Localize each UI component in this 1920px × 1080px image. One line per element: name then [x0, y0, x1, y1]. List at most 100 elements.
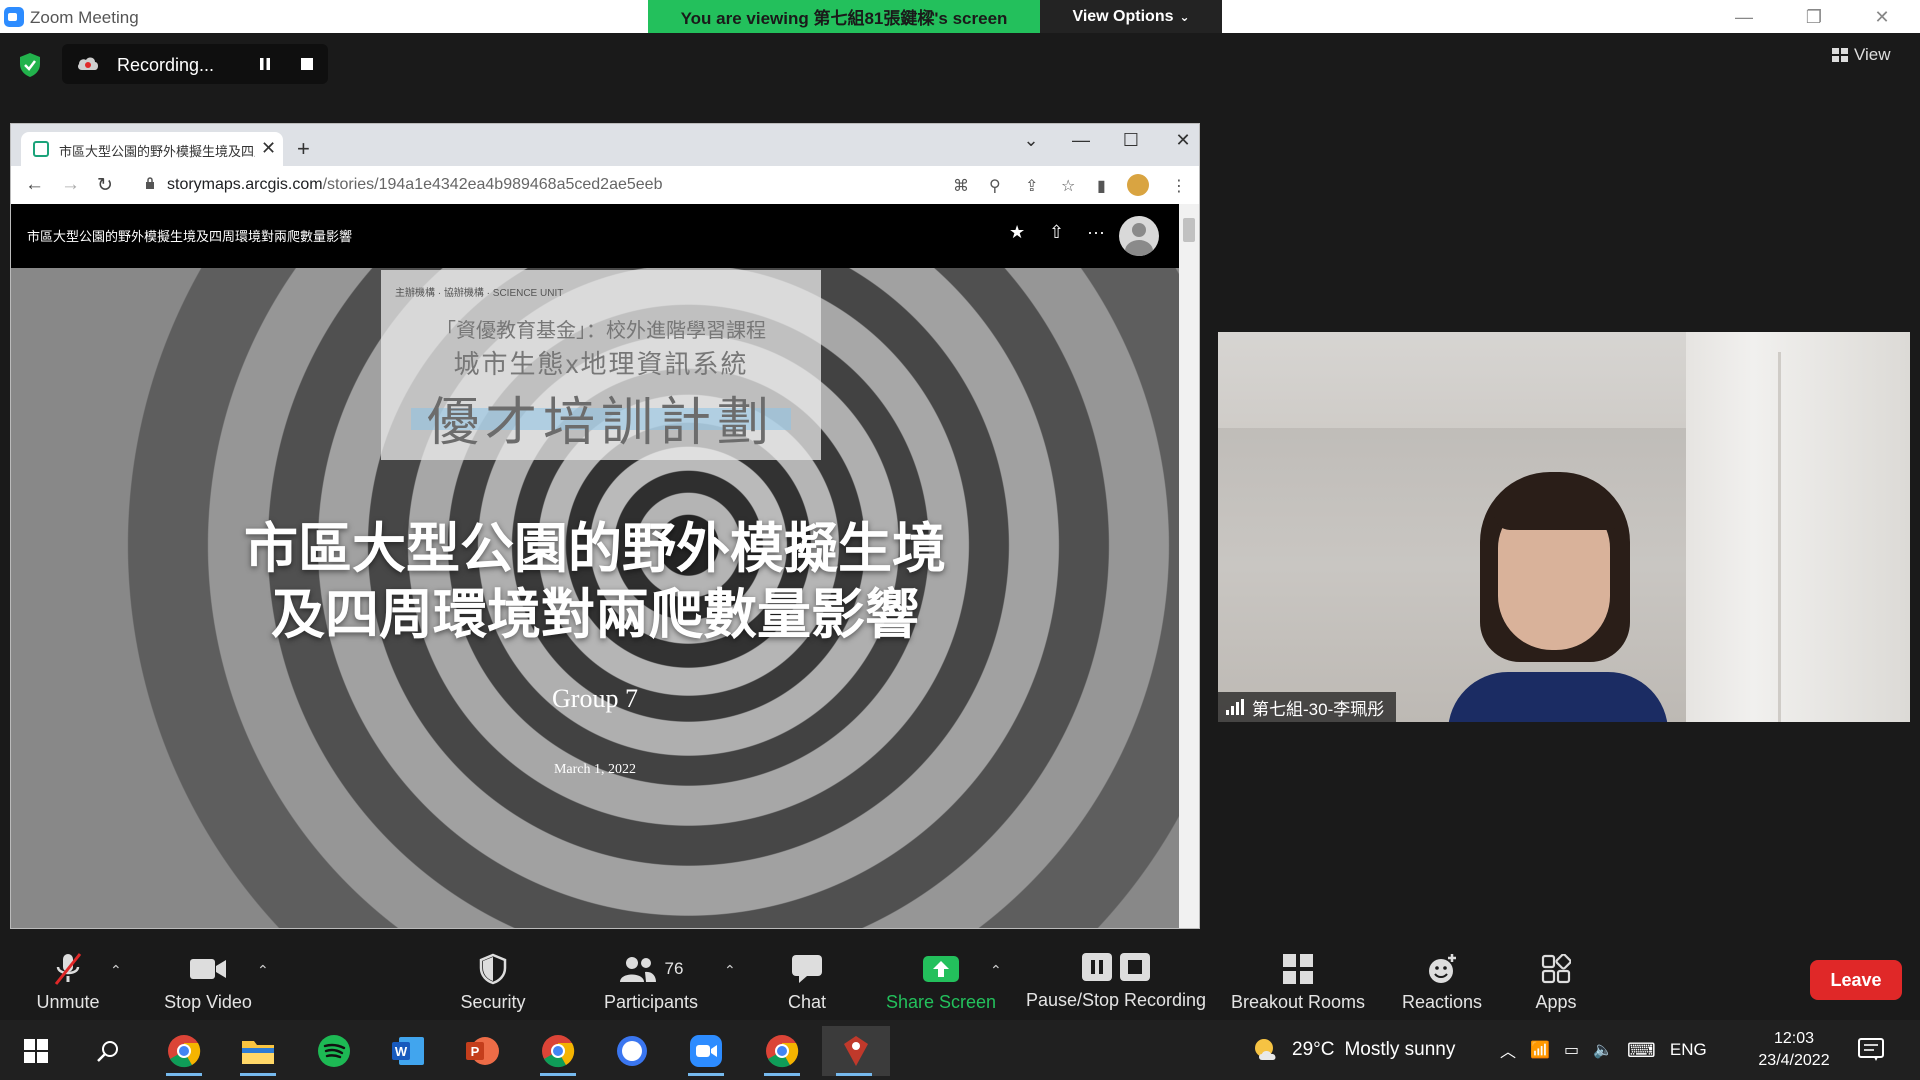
leave-button[interactable]: Leave [1810, 960, 1902, 1000]
powerpoint-icon[interactable]: P [450, 1026, 514, 1076]
bookmark-star-icon[interactable]: ☆ [1061, 176, 1075, 196]
clock[interactable]: 12:03 23/4/2022 [1744, 1020, 1844, 1080]
volume-icon[interactable]: 🔈 [1593, 1040, 1613, 1060]
stop-video-button[interactable]: Stop Video [158, 932, 258, 1020]
windows-start-icon[interactable] [4, 1026, 68, 1076]
security-button[interactable]: Security [448, 932, 538, 1020]
zoom-taskbar-icon[interactable] [674, 1026, 738, 1076]
cover-title-line-1: 市區大型公園的野外模擬生境 [244, 519, 946, 579]
restore-icon[interactable]: ❐ [1794, 4, 1834, 30]
participants-count: 76 [664, 959, 684, 978]
cover-title: 市區大型公園的野外模擬生境 及四周環境對兩爬數量影響 [11, 516, 1179, 648]
zoom-magnifier-icon[interactable]: ⚲ [989, 176, 1001, 196]
weather-temperature: 29°C [1292, 1039, 1335, 1060]
browser-minimize-icon[interactable]: — [1061, 130, 1101, 151]
active-app-icon[interactable] [822, 1026, 890, 1076]
favorite-star-icon[interactable]: ★ [1009, 222, 1025, 243]
chevron-up-icon[interactable]: ︿ [1500, 1038, 1516, 1062]
participant-video-tile[interactable]: 第七組-30-李珮彤 [1218, 332, 1910, 722]
participants-caret-icon[interactable]: ⌃ [724, 962, 736, 979]
shared-browser-window: 市區大型公園的野外模擬生境及四周環境對兩爬數量影響 ✕ + ⌄ — ☐ ✕ ← … [10, 123, 1200, 929]
audio-options-caret-icon[interactable]: ⌃ [110, 962, 122, 979]
minimize-icon[interactable]: — [1724, 4, 1764, 30]
share-screen-label: Share Screen [885, 992, 997, 1012]
browser-maximize-icon[interactable]: ☐ [1111, 130, 1151, 151]
recording-label: Recording... [117, 55, 215, 75]
stop-recording-icon[interactable] [294, 54, 320, 74]
encryption-shield-icon[interactable] [18, 52, 42, 78]
video-options-caret-icon[interactable]: ⌃ [257, 962, 269, 979]
window-title: Zoom Meeting [30, 8, 139, 27]
breakout-rooms-icon [1282, 948, 1314, 990]
video-background-cabinet [1686, 332, 1910, 722]
chat-button[interactable]: Chat [762, 932, 852, 1020]
signal-messenger-icon[interactable] [600, 1026, 664, 1076]
pause-recording-icon[interactable] [252, 54, 278, 74]
profile-avatar-icon[interactable] [1127, 174, 1149, 196]
apps-button[interactable]: Apps [1514, 932, 1598, 1020]
chrome-second-window-icon[interactable] [750, 1026, 814, 1076]
reactions-smiley-icon [1426, 948, 1458, 990]
browser-tab[interactable]: 市區大型公園的野外模擬生境及四周環境對兩爬數量影響 ✕ [21, 132, 283, 166]
word-icon[interactable]: W [376, 1026, 440, 1076]
translate-icon[interactable]: ⌘ [953, 176, 969, 196]
chat-label: Chat [787, 992, 827, 1012]
reactions-button[interactable]: Reactions [1392, 932, 1492, 1020]
reload-icon[interactable]: ↻ [97, 174, 113, 197]
side-panel-icon[interactable]: ▮ [1097, 176, 1106, 196]
cover-title-line-2: 及四周環境對兩爬數量影響 [271, 585, 919, 645]
tab-close-icon[interactable]: ✕ [261, 138, 276, 159]
address-bar[interactable]: storymaps.arcgis.com/stories/194a1e4342e… [131, 171, 1141, 199]
scrollbar-thumb[interactable] [1183, 218, 1195, 242]
chrome-profile-icon[interactable] [526, 1026, 590, 1076]
file-explorer-icon[interactable] [226, 1026, 290, 1076]
banner-line-1: 「資優教育基金」：校外進階學習課程 [436, 320, 766, 342]
view-button[interactable]: View [1832, 45, 1891, 65]
unmute-label: Unmute [36, 992, 100, 1012]
close-icon[interactable]: ✕ [1862, 4, 1902, 30]
system-tray: ︿ 📶 ▭ 🔈 ⌨ ENG [1500, 1020, 1707, 1080]
video-camera-icon [189, 948, 227, 990]
storymap-cover: 主辦機構 · 協辦機構 · SCIENCE UNIT 「資優教育基金」：校外進階… [11, 268, 1179, 928]
participant-bangs [1494, 482, 1616, 530]
apps-icon [1541, 948, 1571, 990]
notifications-icon[interactable] [1858, 1020, 1884, 1080]
keyboard-icon[interactable]: ⌨ [1627, 1038, 1656, 1063]
browser-menu-icon[interactable]: ⋮ [1171, 176, 1187, 196]
view-label: View [1854, 45, 1891, 64]
wifi-icon[interactable]: 📶 [1530, 1040, 1550, 1060]
view-options-button[interactable]: View Options ⌄ [1040, 0, 1222, 33]
url-path: /stories/194a1e4342ea4b989468a5ced2ae5ee… [322, 176, 663, 193]
spotify-icon[interactable] [302, 1026, 366, 1076]
weather-widget[interactable]: 29°C Mostly sunny [1252, 1020, 1455, 1080]
svg-text:P: P [471, 1044, 480, 1059]
page-scrollbar[interactable] [1179, 204, 1199, 928]
stop-video-label: Stop Video [164, 992, 252, 1012]
browser-close-icon[interactable]: ✕ [1163, 130, 1203, 151]
new-tab-icon[interactable]: + [297, 136, 310, 162]
cover-date: March 1, 2022 [553, 762, 637, 777]
apps-label: Apps [1535, 992, 1577, 1012]
partly-sunny-icon [1255, 1039, 1276, 1060]
share-options-caret-icon[interactable]: ⌃ [990, 962, 1002, 979]
language-indicator[interactable]: ENG [1670, 1040, 1707, 1060]
unmute-button[interactable]: Unmute [20, 932, 116, 1020]
chrome-icon[interactable] [152, 1026, 216, 1076]
battery-icon[interactable]: ▭ [1564, 1040, 1579, 1060]
participant-name: 第七組-30-李珮彤 [1252, 699, 1385, 719]
forward-arrow-icon[interactable]: → [61, 174, 80, 196]
back-arrow-icon[interactable]: ← [25, 174, 44, 196]
breakout-rooms-button[interactable]: Breakout Rooms [1228, 932, 1368, 1020]
share-screen-button[interactable]: Share Screen [882, 932, 1000, 1020]
tab-search-chevron-icon[interactable]: ⌄ [1011, 130, 1051, 151]
share-icon[interactable]: ⇧ [1049, 222, 1064, 243]
share-page-icon[interactable]: ⇪ [1025, 176, 1038, 196]
user-avatar[interactable] [1119, 216, 1159, 256]
more-options-icon[interactable]: ··· [1087, 222, 1105, 243]
pause-stop-recording-button[interactable]: Pause/Stop Recording [1024, 932, 1208, 1020]
search-icon[interactable] [76, 1026, 140, 1076]
gallery-view-icon [1832, 48, 1848, 62]
storymaps-favicon-icon [33, 141, 49, 157]
meeting-controls-bar: Unmute ⌃ Stop Video ⌃ Security 76 Partic… [0, 932, 1920, 1020]
participants-button[interactable]: 76 Participants [596, 932, 706, 1020]
